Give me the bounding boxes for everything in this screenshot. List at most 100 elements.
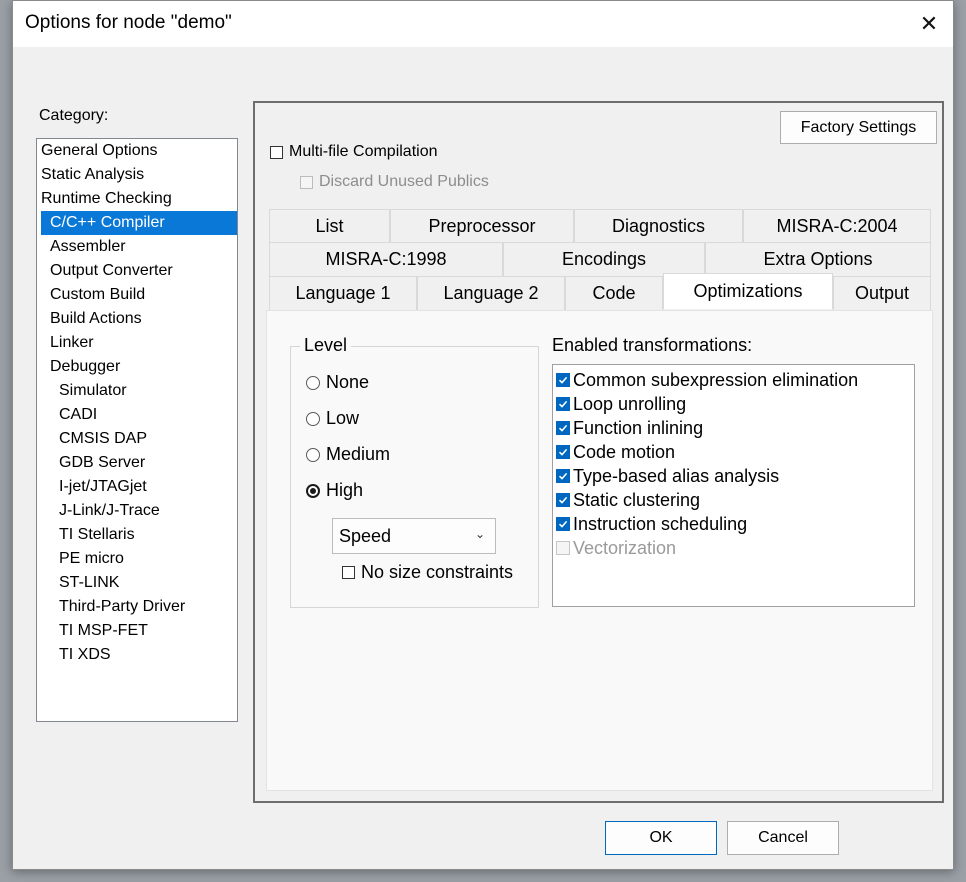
transformation-label: Loop unrolling — [573, 393, 687, 414]
radio-button[interactable] — [306, 411, 320, 426]
radio-button[interactable] — [306, 447, 320, 462]
category-item-simulator[interactable]: Simulator — [37, 379, 237, 403]
multifile-label: Multi-file Compilation — [289, 143, 438, 160]
category-label: Category: — [39, 107, 109, 124]
optimization-goal-select[interactable]: Speed ⌄ — [332, 518, 496, 554]
tab-language-2[interactable]: Language 2 — [417, 276, 565, 310]
radio-button[interactable] — [306, 483, 320, 498]
options-panel: Factory Settings Multi-file Compilation … — [253, 101, 944, 803]
transformation-static-clustering[interactable]: Static clustering — [553, 488, 914, 512]
radio-label: Low — [326, 408, 360, 428]
level-radio-low[interactable]: Low — [306, 408, 359, 429]
radio-button[interactable] — [306, 375, 320, 390]
radio-label: None — [326, 372, 370, 392]
tab-list[interactable]: List — [269, 209, 390, 243]
title-bar: Options for node "demo" ✕ — [13, 1, 953, 47]
level-group-title: Level — [300, 335, 352, 356]
transformation-code-motion[interactable]: Code motion — [553, 440, 914, 464]
category-item-i-jet-jtagjet[interactable]: I-jet/JTAGjet — [37, 475, 237, 499]
discard-row: Discard Unused Publics — [300, 173, 489, 191]
tab-code[interactable]: Code — [565, 276, 663, 310]
checkbox-checked[interactable] — [556, 373, 570, 387]
checkbox-checked[interactable] — [556, 469, 570, 483]
transformations-list[interactable]: Common subexpression elimination Loop unr… — [552, 364, 915, 607]
checkmark-icon — [558, 472, 568, 480]
checkbox-checked[interactable] — [556, 517, 570, 531]
level-radio-none[interactable]: None — [306, 372, 369, 393]
category-item-cadi[interactable]: CADI — [37, 403, 237, 427]
transformation-common-subexpression-elimination[interactable]: Common subexpression elimination — [553, 368, 914, 392]
no-size-checkbox[interactable] — [342, 566, 355, 579]
tab-row-3: Language 1 Language 2 Code Optimizations Out… — [269, 273, 931, 310]
checkbox-checked[interactable] — [556, 445, 570, 459]
category-item-third-party-driver[interactable]: Third-Party Driver — [37, 595, 237, 619]
level-group: Level None Low Medium High Speed ⌄ No size … — [290, 335, 539, 608]
close-icon[interactable]: ✕ — [905, 1, 953, 47]
category-item-ti-stellaris[interactable]: TI Stellaris — [37, 523, 237, 547]
cancel-button[interactable]: Cancel — [727, 821, 839, 855]
tab-diagnostics[interactable]: Diagnostics — [574, 209, 743, 243]
category-item-cmsis-dap[interactable]: CMSIS DAP — [37, 427, 237, 451]
checkmark-icon — [558, 400, 568, 408]
category-list[interactable]: General Options Static Analysis Runtime Ch… — [36, 138, 238, 722]
radio-dot — [310, 487, 316, 494]
category-item-c-c-compiler[interactable]: C/C++ Compiler — [41, 211, 237, 235]
category-item-st-link[interactable]: ST-LINK — [37, 571, 237, 595]
tab-row-1: List Preprocessor Diagnostics MISRA-C:2004 — [269, 209, 931, 243]
category-item-custom-build[interactable]: Custom Build — [37, 283, 237, 307]
checkbox-checked[interactable] — [556, 493, 570, 507]
optimizations-tab-content: Level None Low Medium High Speed ⌄ No size … — [266, 310, 933, 791]
tab-misra-c-2004[interactable]: MISRA-C:2004 — [743, 209, 931, 243]
tab-output[interactable]: Output — [833, 276, 931, 310]
category-item-runtime-checking[interactable]: Runtime Checking — [37, 187, 237, 211]
radio-label: High — [326, 480, 364, 500]
transformation-label: Code motion — [573, 441, 676, 462]
category-item-pe-micro[interactable]: PE micro — [37, 547, 237, 571]
tab-extra-options[interactable]: Extra Options — [705, 242, 931, 276]
transformation-instruction-scheduling[interactable]: Instruction scheduling — [553, 512, 914, 536]
no-size-label: No size constraints — [361, 562, 514, 582]
level-radio-high[interactable]: High — [306, 480, 363, 501]
ok-button[interactable]: OK — [605, 821, 717, 855]
category-item-ti-xds[interactable]: TI XDS — [37, 643, 237, 667]
multifile-row[interactable]: Multi-file Compilation — [270, 143, 438, 161]
checkbox-checked[interactable] — [556, 421, 570, 435]
tab-language-1[interactable]: Language 1 — [269, 276, 417, 310]
dialog-title: Options for node "demo" — [25, 12, 232, 33]
transformation-type-based-alias-analysis[interactable]: Type-based alias analysis — [553, 464, 914, 488]
tab-optimizations[interactable]: Optimizations — [663, 273, 833, 309]
tab-encodings[interactable]: Encodings — [503, 242, 705, 276]
discard-label: Discard Unused Publics — [319, 173, 489, 190]
category-item-ti-msp-fet[interactable]: TI MSP-FET — [37, 619, 237, 643]
transformations-label: Enabled transformations: — [552, 335, 753, 355]
category-item-assembler[interactable]: Assembler — [37, 235, 237, 259]
tab-preprocessor[interactable]: Preprocessor — [390, 209, 574, 243]
transformation-loop-unrolling[interactable]: Loop unrolling — [553, 392, 914, 416]
checkbox-unchecked — [556, 541, 570, 555]
category-item-general-options[interactable]: General Options — [37, 139, 237, 163]
category-item-output-converter[interactable]: Output Converter — [37, 259, 237, 283]
checkmark-icon — [558, 448, 568, 456]
category-item-j-link-j-trace[interactable]: J-Link/J-Trace — [37, 499, 237, 523]
checkmark-icon — [558, 520, 568, 528]
factory-settings-button[interactable]: Factory Settings — [780, 111, 937, 144]
discard-checkbox — [300, 175, 313, 189]
category-item-static-analysis[interactable]: Static Analysis — [37, 163, 237, 187]
optimization-goal-value: Speed — [339, 525, 392, 546]
transformation-vectorization: Vectorization — [553, 536, 914, 560]
category-item-linker[interactable]: Linker — [37, 331, 237, 355]
options-dialog: Options for node "demo" ✕ Category: Gene… — [12, 0, 954, 870]
transformation-label: Type-based alias analysis — [573, 465, 780, 486]
category-item-debugger[interactable]: Debugger — [37, 355, 237, 379]
checkmark-icon — [558, 496, 568, 504]
tab-row-2: MISRA-C:1998 Encodings Extra Options — [269, 242, 931, 276]
level-radio-medium[interactable]: Medium — [306, 444, 390, 465]
multifile-checkbox[interactable] — [270, 145, 283, 159]
no-size-row[interactable]: No size constraints — [342, 562, 513, 583]
radio-label: Medium — [326, 444, 391, 464]
category-item-gdb-server[interactable]: GDB Server — [37, 451, 237, 475]
category-item-build-actions[interactable]: Build Actions — [37, 307, 237, 331]
checkbox-checked[interactable] — [556, 397, 570, 411]
transformation-function-inlining[interactable]: Function inlining — [553, 416, 914, 440]
tab-misra-c-1998[interactable]: MISRA-C:1998 — [269, 242, 503, 276]
